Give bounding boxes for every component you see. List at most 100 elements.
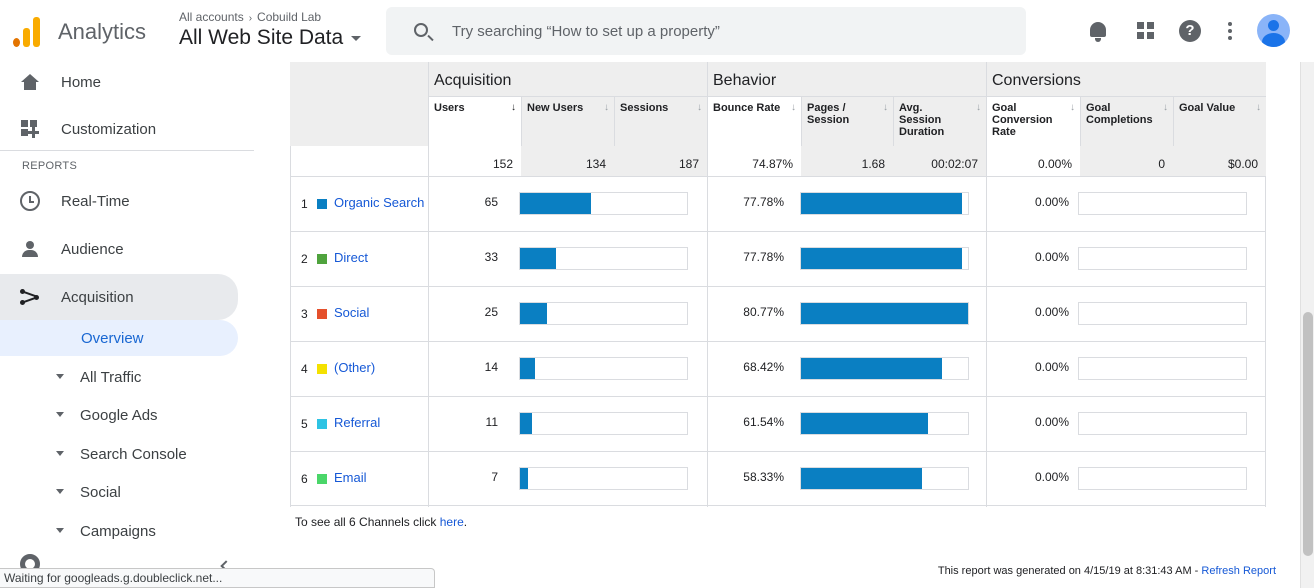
channel-link[interactable]: Organic Search	[334, 195, 424, 210]
sort-icon[interactable]: ↓	[883, 102, 888, 114]
channel-cell: 4 (Other)	[290, 342, 428, 397]
table-row: 4 (Other) 14 68.42% 0.00%	[290, 341, 1266, 397]
breadcrumb-account[interactable]: Cobuild Lab	[257, 10, 321, 24]
sidebar-item-audience[interactable]: Audience	[0, 229, 254, 269]
footnote: To see all 6 Channels click here.	[295, 515, 467, 529]
sidebar-item-campaigns[interactable]: Campaigns	[0, 517, 254, 547]
channel-link[interactable]: Direct	[334, 250, 368, 265]
refresh-report-link[interactable]: Refresh Report	[1201, 565, 1276, 577]
sidebar-divider	[0, 150, 254, 151]
bounce-bar-track	[800, 302, 969, 325]
goal-conversion-value: 0.00%	[1034, 415, 1069, 429]
sidebar-item-realtime[interactable]: Real-Time	[0, 181, 254, 221]
bounce-rate-cell: 80.77%	[707, 287, 986, 342]
total-goal-completions: 0	[1080, 146, 1173, 176]
sidebar-item-search-console[interactable]: Search Console	[0, 440, 254, 470]
sidebar-item-label: Social	[80, 484, 121, 501]
users-bar	[520, 358, 535, 379]
sidebar-item-social[interactable]: Social	[0, 478, 254, 508]
app-name[interactable]: Analytics	[58, 19, 146, 45]
row-rank: 6	[301, 472, 308, 486]
row-rank: 5	[301, 417, 308, 431]
breadcrumb-accounts[interactable]: All accounts	[179, 10, 244, 24]
breadcrumb[interactable]: All accounts › Cobuild Lab	[179, 10, 321, 24]
column-header-users[interactable]: Users ↓	[428, 96, 521, 146]
search-box[interactable]	[386, 7, 1026, 55]
sort-icon[interactable]: ↓	[1256, 102, 1261, 114]
column-header-pages-session[interactable]: Pages / Session ↓	[801, 96, 893, 146]
sidebar-item-customization[interactable]: Customization	[0, 109, 254, 149]
sidebar-item-label: Home	[61, 73, 102, 91]
column-header-new-users[interactable]: New Users ↓	[521, 96, 614, 146]
expand-triangle-icon	[56, 412, 64, 417]
sidebar-item-label: Overview	[81, 330, 144, 347]
footnote-end: .	[463, 515, 468, 529]
bounce-rate-bar	[801, 193, 962, 214]
users-cell: 14	[428, 342, 707, 397]
search-input[interactable]	[452, 19, 992, 43]
goal-conversion-value: 0.00%	[1034, 470, 1069, 484]
sort-icon[interactable]: ↓	[1070, 102, 1075, 114]
expand-triangle-icon	[56, 374, 64, 379]
column-header-bounce-rate[interactable]: Bounce Rate ↓	[707, 96, 801, 146]
account-avatar[interactable]	[1257, 14, 1290, 47]
sidebar-item-all-traffic[interactable]: All Traffic	[0, 363, 254, 393]
column-label: New Users	[527, 102, 584, 114]
users-bar	[520, 193, 591, 214]
sidebar-item-overview[interactable]: Overview	[0, 320, 238, 356]
caret-down-icon[interactable]	[351, 35, 362, 41]
view-name[interactable]: All Web Site Data	[179, 26, 343, 49]
column-header-goal-completions[interactable]: Goal Completions ↓	[1080, 96, 1173, 146]
sort-desc-icon[interactable]: ↓	[511, 102, 516, 114]
goal-conversion-cell: 0.00%	[986, 342, 1266, 397]
goal-conversion-cell: 0.00%	[986, 232, 1266, 287]
sidebar-item-home[interactable]: Home	[0, 62, 254, 102]
column-label: Goal Value	[1179, 102, 1236, 114]
sort-icon[interactable]: ↓	[976, 102, 981, 114]
bounce-rate-bar	[801, 303, 968, 324]
bounce-bar-track	[800, 247, 969, 270]
channel-color-swatch	[317, 419, 327, 429]
column-header-avg-duration[interactable]: Avg. Session Duration ↓	[893, 96, 986, 146]
column-label: Avg. Session Duration	[899, 102, 945, 138]
total-goal-conversion-rate: 0.00%	[986, 146, 1080, 176]
bounce-bar-track	[800, 467, 969, 490]
bounce-rate-bar	[801, 413, 928, 434]
column-header-goal-conversion-rate[interactable]: Goal Conversion Rate ↓	[986, 96, 1080, 146]
channel-link[interactable]: Social	[334, 305, 369, 320]
sidebar-item-acquisition[interactable]: Acquisition	[0, 274, 238, 320]
channel-link[interactable]: Email	[334, 470, 367, 485]
row-rank: 1	[301, 197, 308, 211]
page-scrollbar[interactable]	[1300, 62, 1314, 588]
bell-icon[interactable]	[1086, 19, 1110, 43]
see-all-channels-link[interactable]: here	[440, 515, 464, 529]
analytics-logo-icon[interactable]	[13, 15, 41, 47]
view-selector[interactable]: All Web Site Data	[179, 26, 362, 50]
column-label: Sessions	[620, 102, 669, 114]
sort-icon[interactable]: ↓	[791, 102, 796, 114]
users-cell: 65	[428, 177, 707, 232]
group-acquisition: Acquisition	[434, 72, 512, 89]
more-vert-icon[interactable]	[1218, 19, 1242, 43]
channel-link[interactable]: (Other)	[334, 360, 375, 375]
scrollbar-thumb[interactable]	[1303, 312, 1313, 556]
bounce-rate-cell: 68.42%	[707, 342, 986, 397]
search-icon[interactable]	[414, 23, 428, 37]
table-bottom-border	[290, 505, 1266, 506]
help-icon[interactable]: ?	[1178, 19, 1202, 43]
sort-icon[interactable]: ↓	[697, 102, 702, 114]
sort-icon[interactable]: ↓	[1163, 102, 1168, 114]
table-row: 6 Email 7 58.33% 0.00%	[290, 451, 1266, 507]
users-value: 65	[484, 195, 498, 209]
apps-grid-icon[interactable]	[1134, 19, 1158, 43]
group-conversions: Conversions	[992, 72, 1081, 89]
column-header-sessions[interactable]: Sessions ↓	[614, 96, 707, 146]
channel-cell: 6 Email	[290, 452, 428, 507]
sidebar-item-google-ads[interactable]: Google Ads	[0, 401, 254, 431]
column-header-goal-value[interactable]: Goal Value ↓	[1173, 96, 1266, 146]
sort-icon[interactable]: ↓	[604, 102, 609, 114]
goal-conversion-bar-track	[1078, 412, 1247, 435]
users-cell: 7	[428, 452, 707, 507]
channel-link[interactable]: Referral	[334, 415, 380, 430]
users-bar-track	[519, 412, 688, 435]
